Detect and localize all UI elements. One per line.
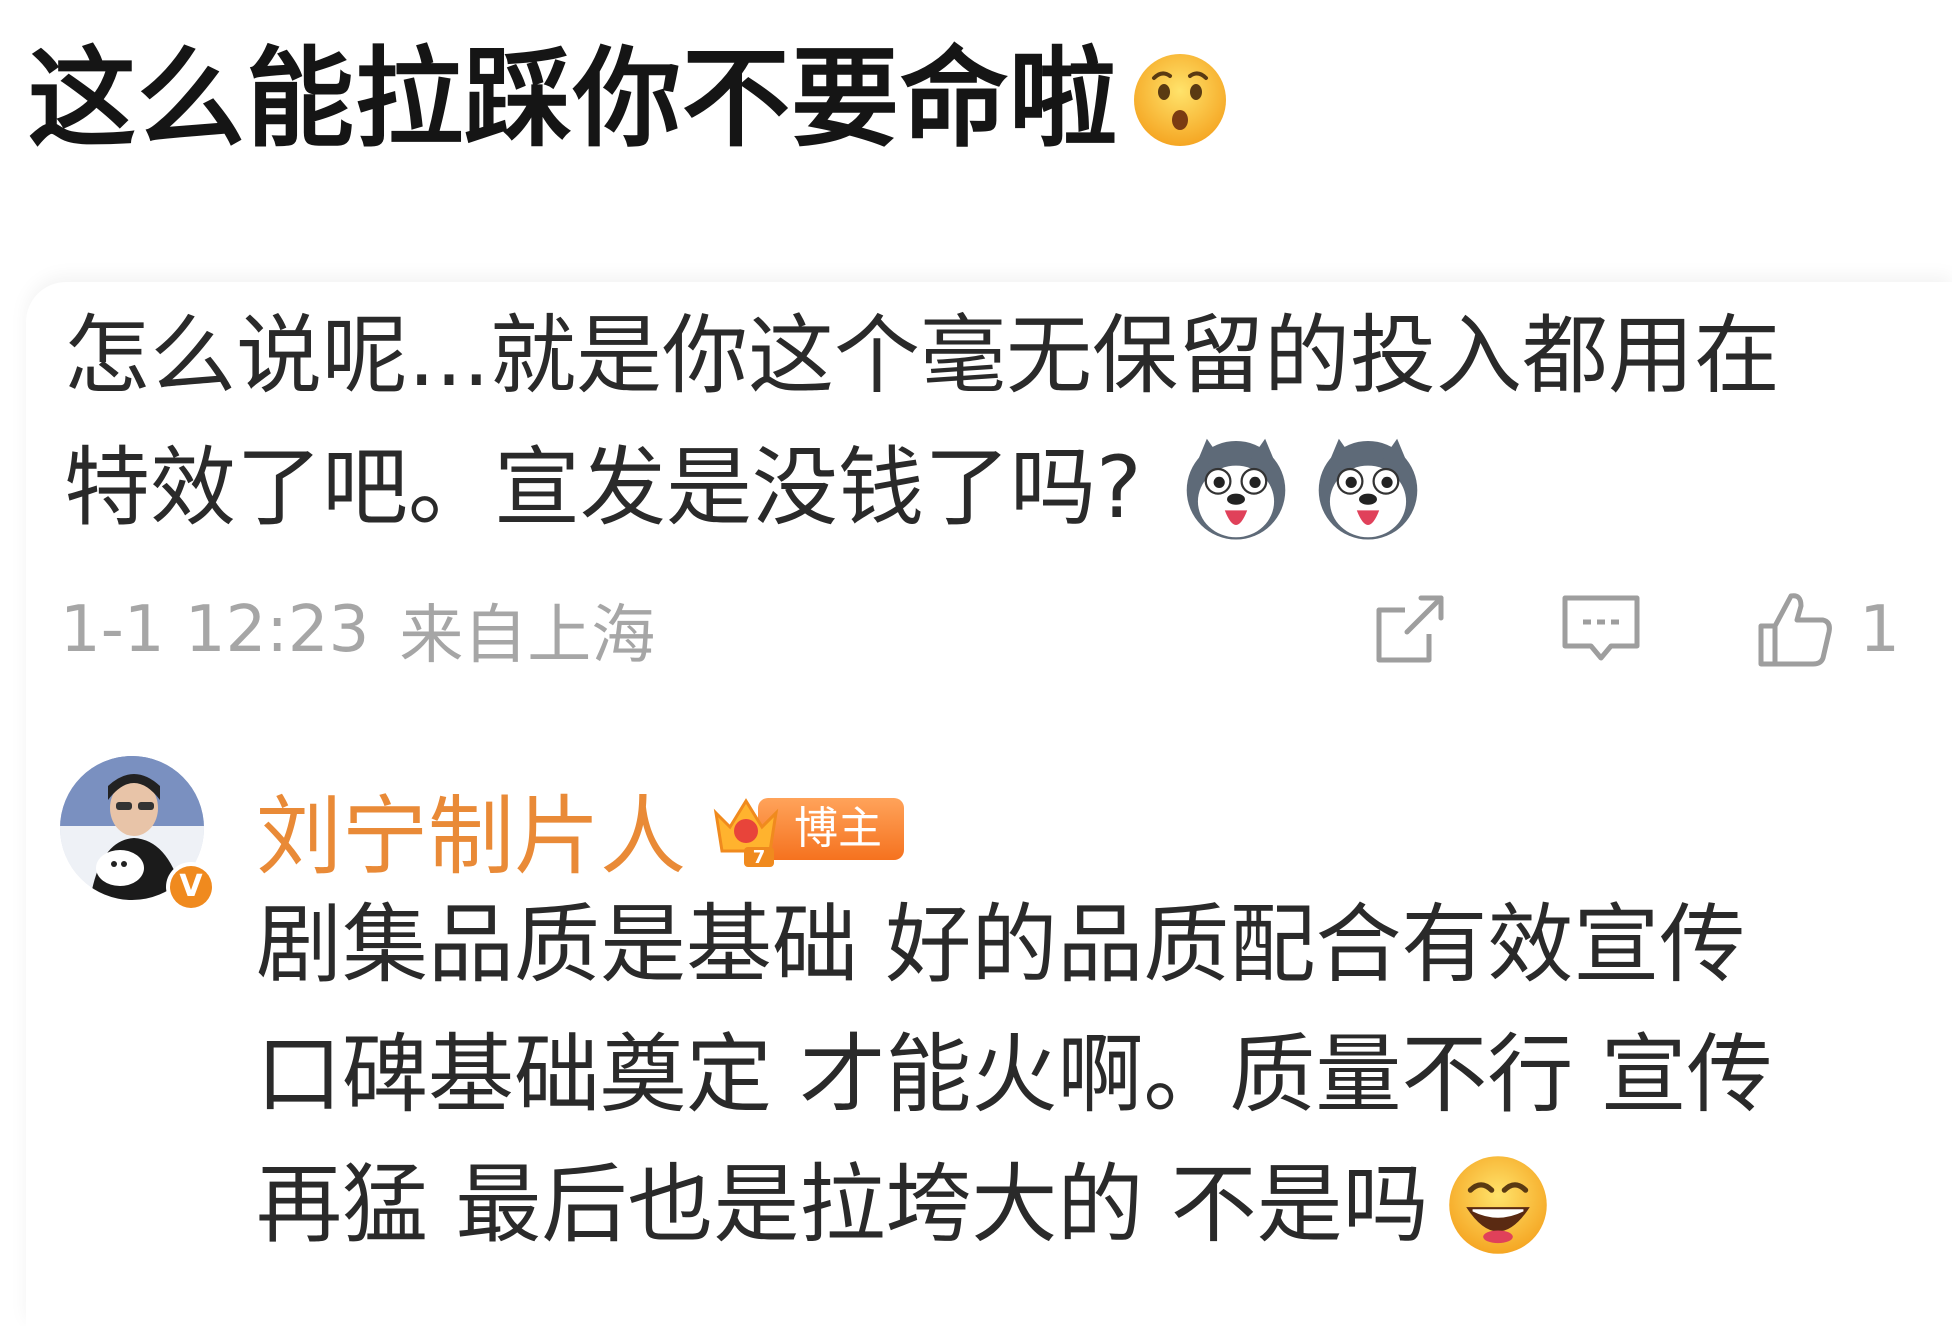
crown-level-icon: 7 <box>713 797 779 867</box>
comment-body: 怎么说呢...就是你这个毫无保留的投入都用在 特效了吧。宣发是没钱了吗? <box>64 290 1914 554</box>
surprised-face-emoji <box>1134 54 1227 146</box>
reply-button[interactable] <box>1559 590 1643 670</box>
like-button[interactable]: 1 <box>1753 588 1900 672</box>
comment-line: 怎么说呢...就是你这个毫无保留的投入都用在 <box>64 290 1914 422</box>
reply-line: 剧集品质是基础 好的品质配合有效宣传 <box>256 880 1936 1010</box>
reply-line-3: 再猛 最后也是拉垮大的 不是吗 <box>256 1155 1429 1255</box>
like-count: 1 <box>1859 593 1900 667</box>
reply-line: 口碑基础奠定 才能火啊。质量不行 宣传 <box>256 1010 1936 1140</box>
reply-username[interactable]: 刘宁制片人 <box>256 766 686 891</box>
comment-location: 来自上海 <box>399 599 656 673</box>
reply-body: 剧集品质是基础 好的品质配合有效宣传 口碑基础奠定 才能火啊。质量不行 宣传 再… <box>256 880 1936 1270</box>
comment-meta-row: 1-1 12:23 来自上海 1 <box>60 580 1900 680</box>
verified-badge: V <box>166 862 216 912</box>
comment-line-2: 特效了吧。宣发是没钱了吗? <box>64 438 1142 538</box>
comment-actions: 1 <box>1259 580 1900 680</box>
comment-line-1: 怎么说呢...就是你这个毫无保留的投入都用在 <box>64 306 1781 406</box>
blogger-badge: 7 博主 <box>710 791 904 867</box>
husky-dog-emoji <box>1318 438 1417 540</box>
reply-line-1: 剧集品质是基础 好的品质配合有效宣传 <box>256 895 1746 995</box>
share-icon <box>1376 595 1444 663</box>
reply-line-2: 口碑基础奠定 才能火啊。质量不行 宣传 <box>256 1025 1773 1125</box>
weibo-comment-screenshot: 这么能拉踩你不要命啦 怎么说呢...就是你这个毫无保留的投入都用在 特效了吧。宣… <box>0 0 1952 1326</box>
comment-icon <box>1562 595 1640 661</box>
comment-timestamp: 1-1 12:23 <box>60 593 370 667</box>
husky-dog-emoji <box>1186 438 1285 540</box>
laughing-face-emoji <box>1448 1156 1547 1254</box>
post-title: 这么能拉踩你不要命啦 <box>28 30 1230 170</box>
thumbs-up-icon <box>1758 593 1833 667</box>
reply-line: 再猛 最后也是拉垮大的 不是吗 <box>256 1140 1936 1270</box>
reply-header: 刘宁制片人 7 博主 <box>256 766 904 891</box>
share-button[interactable] <box>1369 590 1449 670</box>
comment-line: 特效了吧。宣发是没钱了吗? <box>64 422 1914 554</box>
avatar[interactable]: V <box>60 756 216 912</box>
badge-level: 7 <box>753 847 766 867</box>
verified-mark: V <box>170 866 212 908</box>
post-title-text: 这么能拉踩你不要命啦 <box>28 37 1119 162</box>
